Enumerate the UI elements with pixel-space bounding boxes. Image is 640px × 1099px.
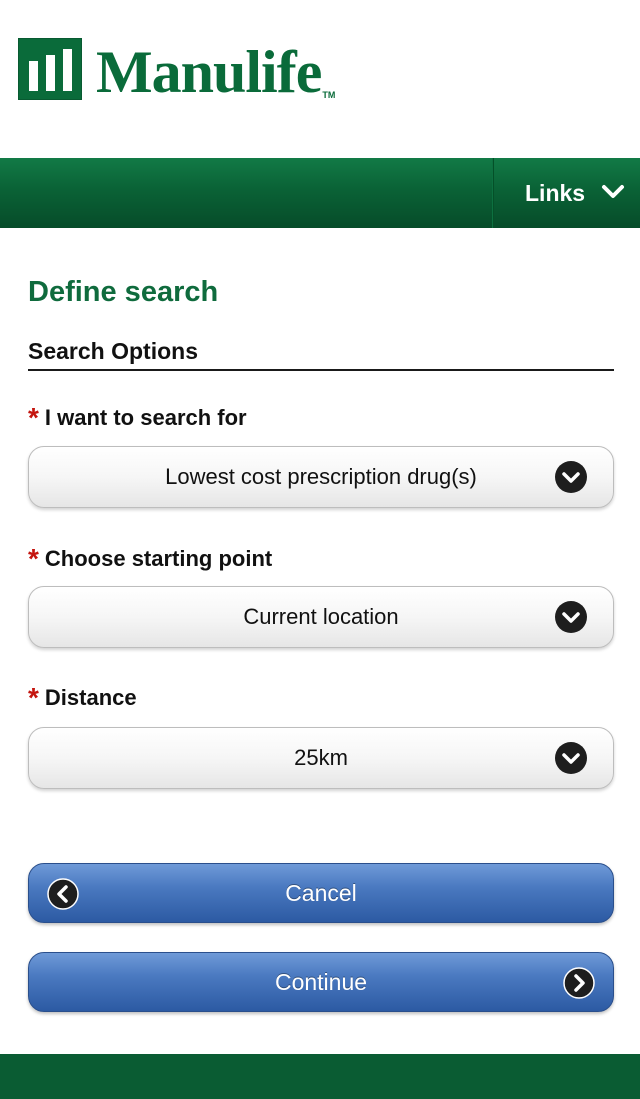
distance-select[interactable]: 25km	[28, 727, 614, 789]
links-menu-label: Links	[525, 179, 586, 206]
required-marker: *	[28, 402, 39, 433]
cancel-button[interactable]: Cancel	[28, 863, 614, 923]
distance-value: 25km	[294, 745, 348, 770]
cancel-button-label: Cancel	[285, 879, 357, 906]
chevron-right-icon	[563, 967, 595, 999]
header: Manulife TM	[0, 0, 640, 158]
logo-mark-icon	[18, 38, 82, 100]
links-menu-button[interactable]: Links	[492, 158, 640, 228]
page-title: Define search	[28, 276, 219, 308]
required-marker: *	[28, 543, 39, 574]
distance-label-text: Distance	[44, 685, 137, 710]
section-title: Search Options	[28, 338, 614, 371]
manulife-logo[interactable]: Manulife TM	[18, 38, 336, 105]
search-for-value: Lowest cost prescription drug(s)	[165, 464, 477, 489]
starting-point-value: Current location	[243, 604, 399, 629]
continue-button-label: Continue	[274, 968, 368, 995]
starting-point-select[interactable]: Current location	[28, 586, 614, 648]
search-for-select[interactable]: Lowest cost prescription drug(s)	[28, 446, 614, 508]
dropdown-arrow-icon	[555, 601, 587, 633]
footer-bar	[0, 1054, 640, 1099]
navbar: Links	[0, 158, 640, 228]
continue-button[interactable]: Continue	[28, 952, 614, 1012]
logo-trademark: TM	[322, 90, 336, 100]
required-marker: *	[28, 682, 39, 713]
logo-wordmark: Manulife	[96, 39, 322, 105]
search-for-label-text: I want to search for	[44, 405, 247, 430]
starting-point-label: * Choose starting point	[28, 541, 273, 574]
distance-label: * Distance	[28, 680, 137, 713]
chevron-left-icon	[47, 878, 79, 910]
starting-point-label-text: Choose starting point	[44, 546, 273, 571]
search-for-label: * I want to search for	[28, 400, 247, 433]
dropdown-arrow-icon	[555, 742, 587, 774]
chevron-down-icon	[602, 185, 624, 198]
dropdown-arrow-icon	[555, 461, 587, 493]
